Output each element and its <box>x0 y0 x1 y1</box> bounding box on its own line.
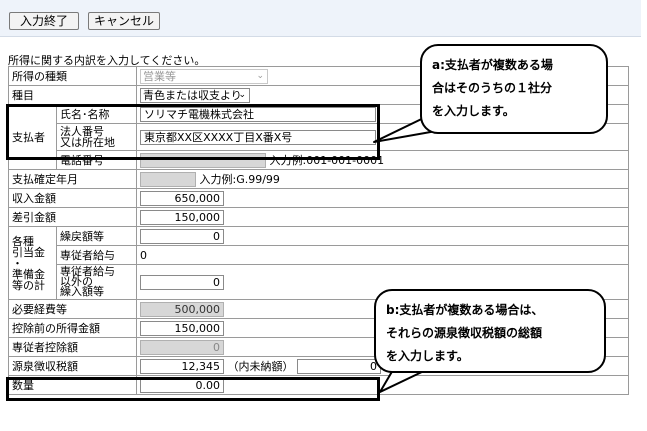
callout-a-line3: を入力します。 <box>432 104 515 118</box>
callout-a: a:支払者が複数ある場 合はそのうちの１社分 を入力します。 <box>420 44 608 134</box>
callout-b-line3: を入力します。 <box>386 349 469 363</box>
callout-b-line1: b:支払者が複数ある場合は、 <box>386 303 544 317</box>
callout-b: b:支払者が複数ある場合は、 それらの源泉徴収税額の総額 を入力します。 <box>374 289 606 373</box>
callout-a-line2: 合はそのうちの１社分 <box>432 81 553 95</box>
callout-a-line1: a:支払者が複数ある場 <box>432 58 553 72</box>
callout-b-line2: それらの源泉徴収税額の総額 <box>386 326 543 340</box>
